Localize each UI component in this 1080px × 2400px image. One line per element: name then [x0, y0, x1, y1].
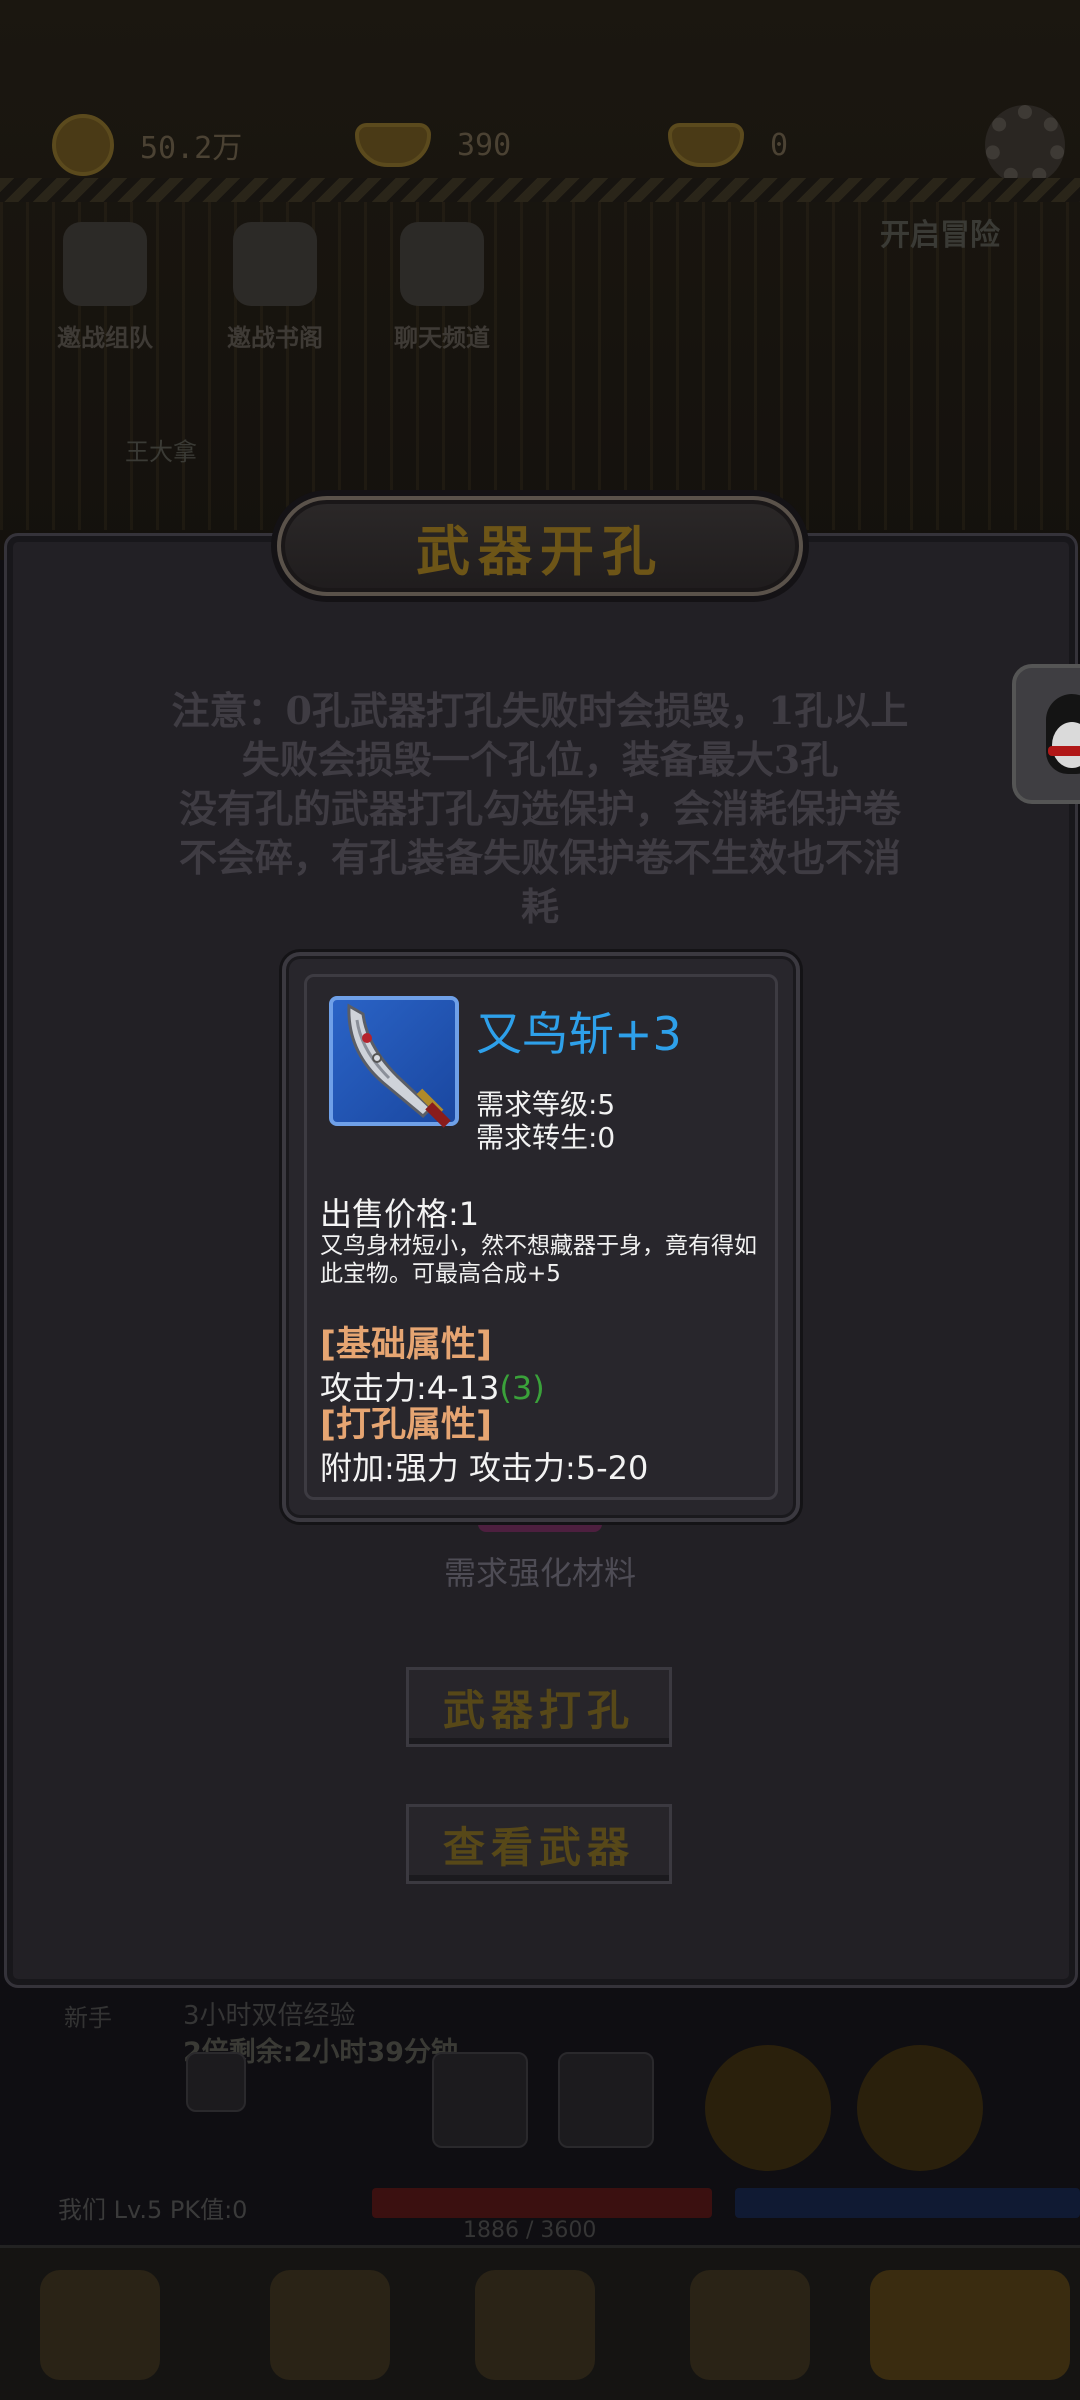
- gold-coin-icon: [52, 114, 114, 176]
- punch-weapon-label: 武器打孔: [442, 1685, 635, 1735]
- gem-icon: [668, 123, 744, 167]
- item-tooltip: 又鸟斩+3 需求等级:5 需求转生:0 出售价格:1 又鸟身材短小，然不想藏器于…: [282, 952, 800, 1522]
- hp-bar: [372, 2188, 712, 2218]
- skill-slot[interactable]: [558, 2052, 654, 2148]
- decorative-stripe: [0, 178, 1080, 202]
- team-button[interactable]: 邀战组队: [25, 222, 185, 353]
- nav-character-icon[interactable]: [270, 2270, 390, 2380]
- player-name: 王大拿: [125, 438, 197, 466]
- book-icon: [233, 222, 317, 306]
- dialog-title: 武器开孔: [416, 518, 664, 583]
- adventure-button[interactable]: 开启冒险: [880, 210, 1000, 254]
- nav-bag-icon[interactable]: [475, 2270, 595, 2380]
- team-label: 邀战组队: [57, 324, 153, 352]
- attack-bonus: (3): [499, 1369, 545, 1407]
- mp-bar: [735, 2188, 1080, 2218]
- skill-round-button[interactable]: [857, 2045, 983, 2171]
- required-rebirth: 需求转生:0: [476, 1121, 616, 1154]
- team-icon: [63, 222, 147, 306]
- qq-float-button[interactable]: [1012, 664, 1080, 804]
- skill-slot[interactable]: [432, 2052, 528, 2148]
- skill-slot[interactable]: [186, 2052, 246, 2112]
- nav-meditate-icon[interactable]: [690, 2270, 810, 2380]
- rank-label: 新手: [64, 2004, 112, 2032]
- chat-label: 聊天频道: [394, 324, 490, 352]
- double-exp-label: 3小时双倍经验: [183, 2001, 356, 2031]
- gem-resource: 0: [668, 105, 788, 185]
- dialog-title-plate: 武器开孔: [277, 496, 803, 596]
- ingot-icon: [355, 123, 431, 167]
- view-weapon-button[interactable]: 查看武器: [406, 1804, 672, 1884]
- nav-battle-icon[interactable]: [870, 2270, 1070, 2380]
- base-attributes-heading: [基础属性]: [320, 1325, 492, 1365]
- skill-round-button[interactable]: [705, 2045, 831, 2171]
- socket-attack-stat: 附加:强力 攻击力:5-20: [320, 1449, 649, 1487]
- xp-readout: 1886 / 3600: [463, 2218, 597, 2243]
- gold-value: 50.2万: [140, 131, 243, 166]
- gem-value: 0: [770, 127, 789, 163]
- penguin-scarf: [1048, 746, 1080, 756]
- punch-weapon-button[interactable]: 武器打孔: [406, 1667, 672, 1747]
- library-label: 邀战书阁: [227, 324, 323, 352]
- ingot-value: 390: [457, 127, 512, 163]
- level-line: 我们 Lv.5 PK值:0: [58, 2196, 248, 2224]
- notice-line-2: 没有孔的武器打孔勾选保护，会消耗保护卷 不会碎，有孔装备失败保护卷不生效也不消耗: [178, 786, 901, 929]
- item-description: 又鸟身材短小，然不想藏器于身，竟有得如此宝物。可最高合成+5: [320, 1233, 757, 1287]
- chat-button[interactable]: 聊天频道: [362, 222, 522, 353]
- dialog-notice: 注意：0孔武器打孔失败时会损毁，1孔以上 失败会损毁一个孔位，装备最大3孔 没有孔…: [60, 686, 1020, 931]
- nav-city-icon[interactable]: [40, 2270, 160, 2380]
- sell-price: 出售价格:1: [320, 1195, 480, 1233]
- library-button[interactable]: 邀战书阁: [195, 222, 355, 353]
- notice-line-1: 注意：0孔武器打孔失败时会损毁，1孔以上 失败会损毁一个孔位，装备最大3孔: [171, 688, 909, 782]
- view-weapon-label: 查看武器: [442, 1822, 635, 1872]
- socket-attributes-heading: [打孔属性]: [320, 1405, 492, 1445]
- item-icon-frame: [329, 996, 459, 1128]
- gold-resource: 50.2万: [52, 105, 242, 185]
- gear-icon[interactable]: [985, 105, 1065, 185]
- chat-bubble-icon: [400, 222, 484, 306]
- required-material-label: 需求强化材料: [443, 1554, 636, 1592]
- ingot-resource: 390: [355, 105, 511, 185]
- blade-icon: [347, 1003, 451, 1128]
- item-name: 又鸟斩+3: [476, 1007, 682, 1061]
